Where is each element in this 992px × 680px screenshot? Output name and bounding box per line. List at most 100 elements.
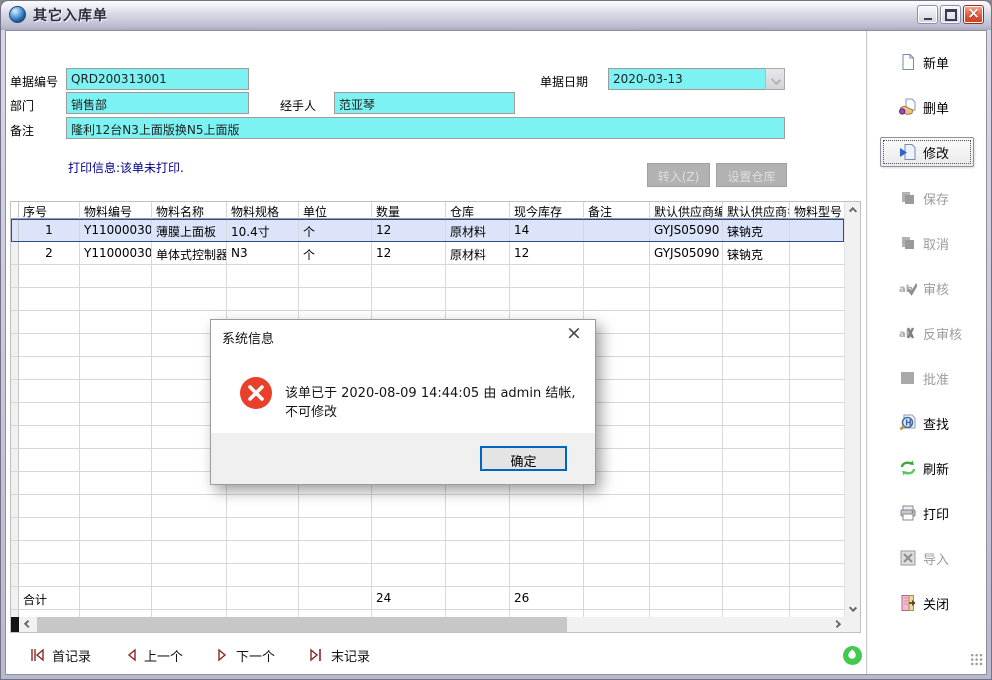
dept-field[interactable]: 销售部 (66, 92, 249, 114)
grid-cell (19, 449, 80, 472)
grid-cell (80, 495, 152, 518)
grid-vertical-scrollbar[interactable] (844, 202, 860, 617)
save-button[interactable]: 保存 (867, 183, 987, 213)
grid-empty-row[interactable] (11, 610, 844, 617)
grid-cell (723, 334, 790, 357)
scroll-down-icon[interactable] (849, 604, 857, 612)
grid-empty-row[interactable] (11, 265, 844, 288)
grid-cell (790, 518, 844, 541)
grid-header-cell[interactable]: 物料规格 (227, 202, 299, 219)
grid-header-cell[interactable]: 物料型号 (790, 202, 844, 219)
row-indicator (11, 518, 19, 541)
maximize-button[interactable] (940, 5, 961, 24)
prev-record-button[interactable]: 上一个 (125, 646, 183, 665)
grid-cell: 单体式控制器 (152, 242, 227, 265)
grid-header-cell[interactable]: 默认供应商名称 (723, 202, 790, 219)
close-button[interactable] (963, 5, 984, 24)
grid-cell (80, 288, 152, 311)
grid-cell (80, 564, 152, 587)
row-indicator (11, 288, 19, 311)
grid-cell (80, 403, 152, 426)
grid-cell (790, 426, 844, 449)
scroll-up-icon[interactable] (849, 207, 857, 215)
grid-horizontal-scrollbar[interactable] (11, 617, 844, 632)
grid-empty-row[interactable] (11, 518, 844, 541)
grid-cell (227, 495, 299, 518)
transfer-button[interactable]: 转入(Z) (647, 163, 710, 187)
delete-doc-label: 删单 (923, 98, 949, 117)
grid-empty-row[interactable] (11, 541, 844, 564)
grid-header-cell[interactable]: 仓库 (446, 202, 510, 219)
cancel-label: 取消 (923, 234, 949, 253)
audit-button[interactable]: ab 审核 (867, 273, 987, 303)
modify-button[interactable]: 修改 (880, 137, 974, 167)
doc-date-dropdown-icon[interactable] (765, 68, 785, 90)
grid-empty-row[interactable] (11, 495, 844, 518)
set-warehouse-button[interactable]: 设置仓库 (716, 163, 787, 187)
approve-button[interactable]: 批准 (867, 363, 987, 393)
first-record-button[interactable]: 首记录 (30, 646, 91, 665)
grid-header-cell[interactable]: 物料编号 (80, 202, 152, 219)
grid-cell (19, 518, 80, 541)
print-button[interactable]: 打印 (867, 498, 987, 528)
grid-cell (650, 334, 723, 357)
grid-cell: 26 (510, 587, 584, 610)
refresh-button[interactable]: 刷新 (867, 453, 987, 483)
new-doc-button[interactable]: 新单 (867, 47, 987, 77)
grid-cell (372, 610, 446, 617)
grid-empty-row[interactable] (11, 288, 844, 311)
grid-empty-row[interactable] (11, 564, 844, 587)
row-indicator (11, 357, 19, 380)
last-record-button[interactable]: 末记录 (309, 646, 370, 665)
close-form-button[interactable]: 关闭 (867, 588, 987, 618)
row-indicator (11, 449, 19, 472)
grid-header-cell[interactable]: 现今库存 (510, 202, 584, 219)
find-button[interactable]: H 查找 (867, 408, 987, 438)
doc-date-field[interactable]: 2020-03-13 (608, 68, 766, 90)
grid-cell (152, 610, 227, 617)
cancel-button[interactable]: 取消 (867, 228, 987, 258)
grid-cell (790, 472, 844, 495)
grid-cell (723, 449, 790, 472)
print-icon (899, 504, 917, 522)
scroll-left-icon[interactable] (24, 620, 32, 628)
import-label: 导入 (923, 549, 949, 568)
scroll-right-icon[interactable] (833, 620, 841, 628)
grid-header-cell[interactable]: 物料名称 (152, 202, 227, 219)
grid-cell (372, 495, 446, 518)
remark-field[interactable]: 隆利12台N3上面版换N5上面版 (66, 117, 785, 139)
grid-cell (227, 288, 299, 311)
doc-no-label: 单据编号 (10, 73, 58, 90)
row-indicator (11, 472, 19, 495)
grid-header-cell[interactable]: 备注 (584, 202, 650, 219)
grid-cell (446, 265, 510, 288)
grid-header-cell[interactable]: 数量 (372, 202, 446, 219)
grid-header-cell[interactable]: 默认供应商编号 (650, 202, 723, 219)
grid-data-row[interactable]: 1Y110000300薄膜上面板10.4寸个12原材料14GYJS05090铼钠… (11, 219, 844, 242)
grid-cell (446, 495, 510, 518)
horizontal-scroll-thumb[interactable] (37, 617, 567, 632)
dialog-ok-button[interactable]: 确定 (480, 446, 567, 471)
grid-cell (510, 495, 584, 518)
grid-data-row[interactable]: 2Y110000301单体式控制器N3个12原材料12GYJS05090铼钠克 (11, 242, 844, 265)
minimize-button[interactable] (917, 5, 938, 24)
handler-label: 经手人 (280, 97, 316, 114)
import-button[interactable]: 导入 (867, 543, 987, 573)
grid-cell: 10.4寸 (227, 219, 299, 242)
dialog-close-icon[interactable]: × (563, 324, 585, 343)
grid-cell (650, 587, 723, 610)
grid-cell (790, 587, 844, 610)
resize-grip[interactable] (970, 653, 983, 666)
title-bar: 其它入库单 (1, 1, 991, 30)
grid-cell (790, 380, 844, 403)
next-record-button[interactable]: 下一个 (217, 646, 275, 665)
grid-header-cell[interactable]: 单位 (299, 202, 372, 219)
delete-doc-button[interactable]: 删单 (867, 92, 987, 122)
grid-cell (80, 426, 152, 449)
grid-cell (299, 518, 372, 541)
grid-cell (650, 449, 723, 472)
handler-field[interactable]: 范亚琴 (334, 92, 515, 114)
grid-header-cell[interactable]: 序号 (19, 202, 80, 219)
doc-no-field[interactable]: QRD200313001 (66, 68, 249, 90)
unaudit-button[interactable]: ab 反审核 (867, 318, 987, 348)
